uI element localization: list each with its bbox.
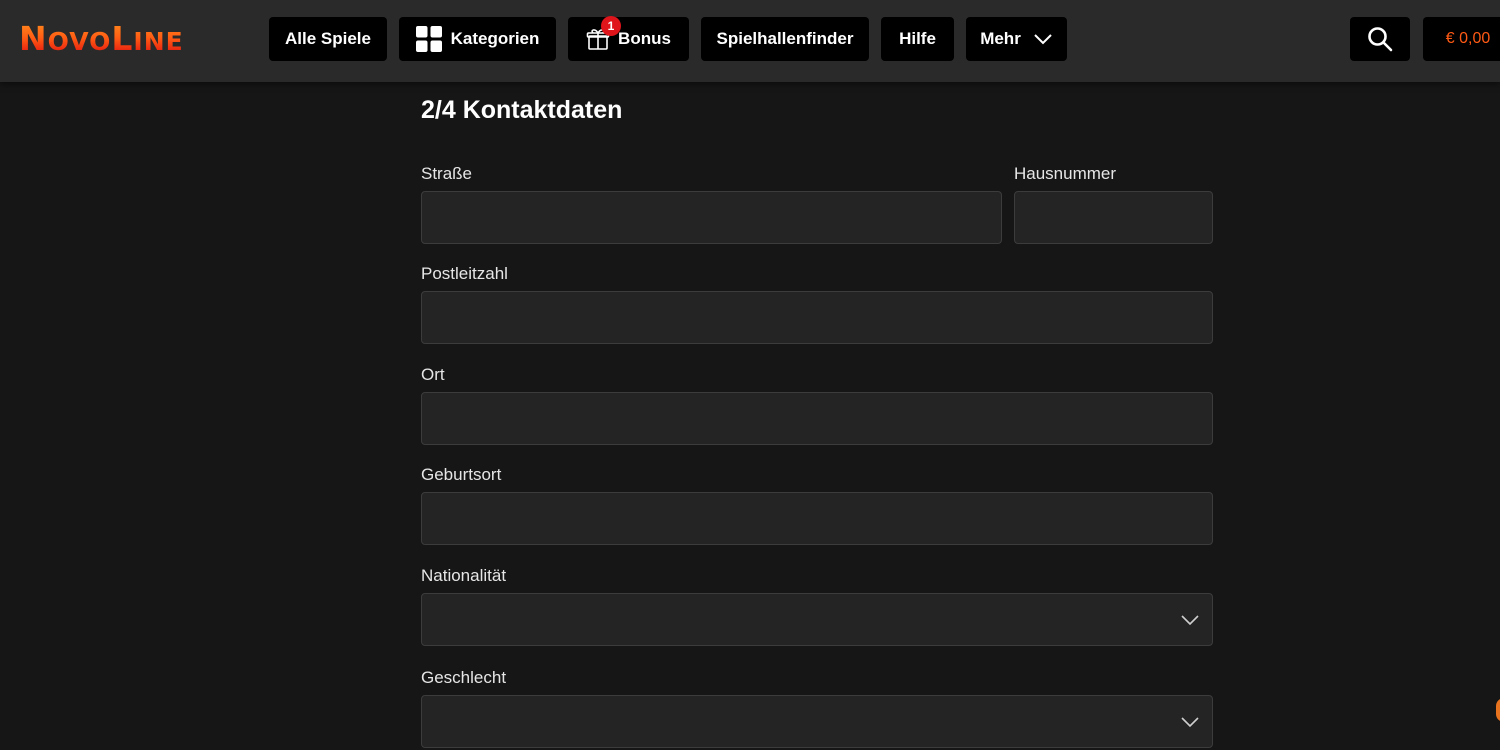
logo-letters: INE [133, 27, 184, 56]
bonus-count-badge: 1 [601, 16, 621, 36]
more-menu-button[interactable]: Mehr [966, 17, 1067, 61]
all-games-button[interactable]: Alle Spiele [269, 17, 387, 61]
chevron-down-icon [1033, 33, 1053, 45]
city-input[interactable] [421, 392, 1213, 445]
form-step-title: 2/4 Kontaktdaten [421, 96, 623, 124]
logo-letter: L [111, 19, 134, 58]
novoline-logo[interactable]: NOVOLINE [19, 22, 184, 55]
arcade-finder-label: Spielhallenfinder [716, 29, 854, 48]
arcade-finder-button[interactable]: Spielhallenfinder [701, 17, 869, 61]
categories-button[interactable]: Kategorien [399, 17, 556, 61]
help-label: Hilfe [899, 29, 936, 48]
help-button[interactable]: Hilfe [881, 17, 954, 61]
house-number-label: Hausnummer [1014, 164, 1117, 183]
balance-value: € 0,00 [1445, 30, 1491, 47]
categories-label: Kategorien [450, 29, 540, 48]
postal-code-label: Postleitzahl [421, 264, 508, 283]
street-label: Straße [421, 164, 473, 183]
floating-help-handle[interactable] [1496, 698, 1500, 722]
bonus-button[interactable]: Bonus 1 [568, 16, 689, 61]
logo-letter: N [19, 19, 48, 58]
house-number-input[interactable] [1014, 191, 1213, 244]
grid-icon [415, 26, 442, 52]
more-label: Mehr [980, 29, 1021, 48]
postal-code-input[interactable] [421, 291, 1213, 344]
search-button[interactable] [1350, 17, 1410, 61]
top-navigation-bar: NOVOLINE Alle Spiele Kategorien Bonus 1 … [0, 0, 1500, 82]
balance-button[interactable]: € 0,00 [1423, 17, 1500, 61]
search-icon [1367, 26, 1393, 52]
gender-label: Geschlecht [421, 668, 507, 687]
chevron-down-icon [1180, 613, 1200, 631]
nationality-label: Nationalität [421, 566, 507, 585]
city-label: Ort [421, 365, 445, 384]
all-games-label: Alle Spiele [285, 29, 371, 48]
gender-select[interactable] [421, 695, 1213, 748]
birthplace-label: Geburtsort [421, 465, 502, 484]
chevron-down-icon [1180, 715, 1200, 733]
bonus-label: Bonus [618, 29, 671, 48]
street-input[interactable] [421, 191, 1002, 244]
logo-letters: OVO [47, 27, 112, 56]
nationality-select[interactable] [421, 593, 1213, 646]
birthplace-input[interactable] [421, 492, 1213, 545]
